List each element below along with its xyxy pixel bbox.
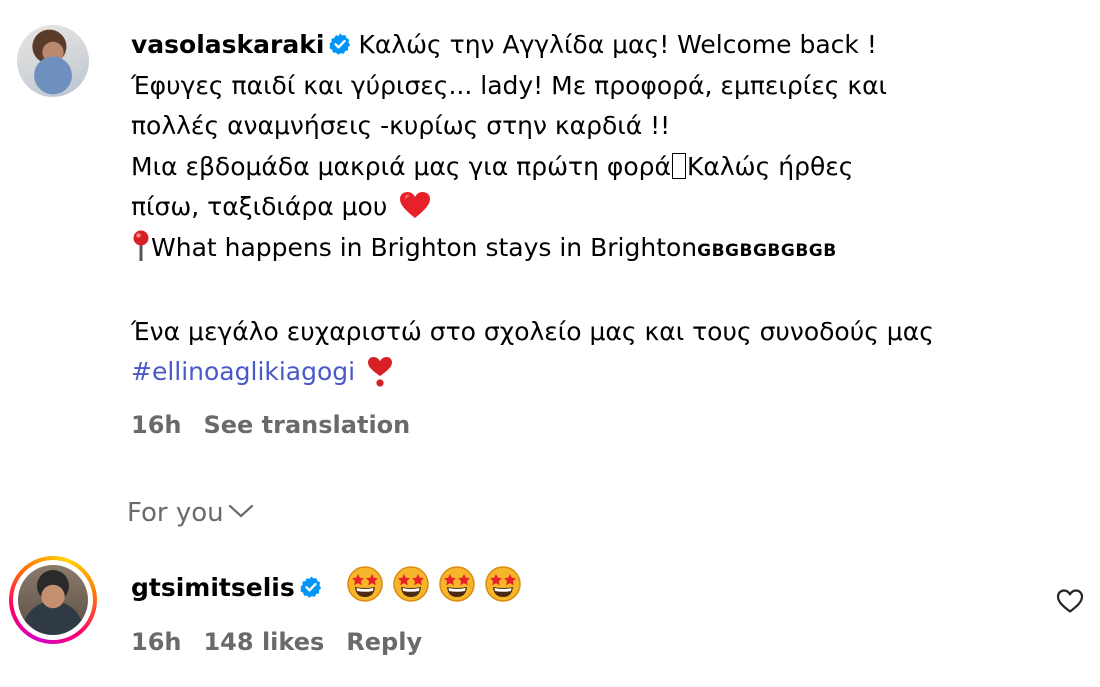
flag-fallback-text: GBGBGBGBGB bbox=[697, 240, 837, 261]
comment-vasolaskaraki: vasolaskaraki Καλώς την Αγγλίδα μας! Welc… bbox=[131, 25, 1071, 393]
avatar-gtsimitselis[interactable] bbox=[9, 556, 97, 644]
comment-timestamp: 16h bbox=[131, 628, 182, 656]
verified-badge-icon bbox=[329, 33, 351, 55]
comment-text-line-5: πίσω, ταξιδιάρα μου bbox=[131, 192, 388, 221]
verified-badge-icon bbox=[300, 576, 321, 598]
hashtag-link[interactable]: #ellinoaglikiagogi bbox=[131, 357, 355, 386]
comment-gtsimitselis: gtsimitselis bbox=[131, 566, 1071, 615]
heart-outline-icon[interactable] bbox=[1056, 588, 1084, 614]
comment-timestamp: 16h bbox=[131, 411, 182, 439]
comment-text-line-4: Μια εβδομάδα μακριά μας για πρώτη φορά bbox=[131, 151, 672, 181]
reply-button[interactable]: Reply bbox=[346, 628, 422, 656]
round-pushpin-emoji bbox=[133, 230, 149, 261]
comment-text-line-4b: Καλώς ήρθες bbox=[687, 151, 854, 181]
star-struck-emoji bbox=[438, 566, 475, 602]
star-struck-emoji bbox=[346, 566, 383, 602]
red-heart-emoji bbox=[400, 192, 431, 218]
comment-text-line-1: Καλώς την Αγγλίδα μας! Welcome back ! bbox=[358, 30, 877, 59]
see-translation-button[interactable]: See translation bbox=[203, 411, 410, 439]
username-gtsimitselis[interactable]: gtsimitselis bbox=[131, 573, 295, 602]
comment-text-line-3: πολλές αναμνήσεις -κυρίως στην καρδιά !! bbox=[131, 111, 671, 140]
missing-glyph-icon bbox=[672, 152, 687, 179]
for-you-sort-dropdown[interactable]: For you bbox=[127, 498, 254, 528]
star-struck-emoji bbox=[392, 566, 429, 602]
comment-meta-1: 16h See translation bbox=[131, 411, 432, 439]
emoji-row bbox=[346, 566, 523, 615]
comment-text-line-2: Έφυγες παιδί και γύρισες... lady! Με προ… bbox=[131, 70, 888, 100]
comment-text-line-8: Ένα μεγάλο ευχαριστώ στο σχολείο μας και… bbox=[131, 316, 934, 346]
for-you-label: For you bbox=[127, 498, 224, 528]
heart-exclamation-emoji bbox=[368, 357, 393, 387]
comment-text-line-6: What happens in Brighton stays in Bright… bbox=[151, 232, 698, 262]
avatar-vasolaskaraki[interactable] bbox=[17, 25, 89, 97]
username-vasolaskaraki[interactable]: vasolaskaraki bbox=[131, 30, 324, 59]
comment-meta-2: 16h 148 likes Reply bbox=[131, 628, 444, 656]
star-struck-emoji bbox=[484, 566, 521, 602]
likes-count-button[interactable]: 148 likes bbox=[203, 628, 324, 656]
chevron-down-icon bbox=[228, 504, 253, 518]
